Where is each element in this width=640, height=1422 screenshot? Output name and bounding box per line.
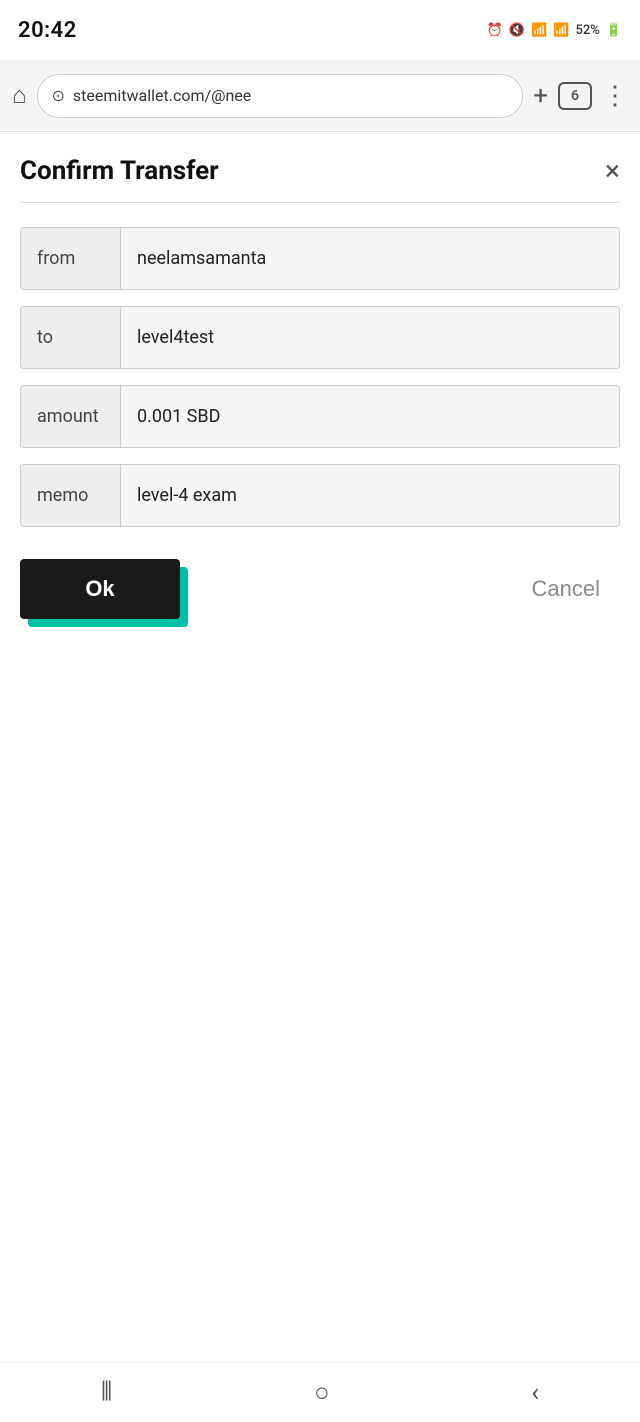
cancel-button[interactable]: Cancel xyxy=(512,566,620,612)
from-value: neelamsamanta xyxy=(121,228,619,289)
mute-icon: 🔇 xyxy=(509,23,525,38)
to-label: to xyxy=(21,307,121,368)
amount-row: amount 0.001 SBD xyxy=(20,385,620,448)
browser-bar: ⌂ ⊙ steemitwallet.com/@nee + 6 ⋮ xyxy=(0,60,640,132)
status-icons: ⏰ 🔇 📶 📶 52% 🔋 xyxy=(487,23,622,38)
url-text: steemitwallet.com/@nee xyxy=(73,86,251,105)
alarm-icon: ⏰ xyxy=(487,23,503,38)
security-icon: ⊙ xyxy=(52,86,65,105)
home-icon[interactable]: ⌂ xyxy=(12,81,27,110)
button-row: Ok Cancel xyxy=(20,559,620,619)
confirm-transfer-dialog: Confirm Transfer × from neelamsamanta to… xyxy=(20,156,620,619)
status-bar: 20:42 ⏰ 🔇 📶 📶 52% 🔋 xyxy=(0,0,640,60)
dialog-header: Confirm Transfer × xyxy=(20,156,620,186)
nav-home-icon: ○ xyxy=(314,1377,330,1408)
wifi-icon: 📶 xyxy=(531,23,547,38)
battery-icon: 🔋 xyxy=(606,23,622,38)
browser-actions: + 6 ⋮ xyxy=(533,81,628,111)
tab-count[interactable]: 6 xyxy=(558,82,592,110)
nav-menu-button[interactable]: ⦀ xyxy=(101,1377,112,1408)
amount-label: amount xyxy=(21,386,121,447)
nav-home-button[interactable]: ○ xyxy=(314,1377,330,1408)
memo-row: memo level-4 exam xyxy=(20,464,620,527)
status-time: 20:42 xyxy=(18,18,77,43)
from-row: from neelamsamanta xyxy=(20,227,620,290)
ok-button-wrapper: Ok xyxy=(20,559,180,619)
menu-button[interactable]: ⋮ xyxy=(602,81,628,111)
page-content: Confirm Transfer × from neelamsamanta to… xyxy=(0,132,640,643)
bottom-nav-bar: ⦀ ○ ‹ xyxy=(0,1362,640,1422)
dialog-title: Confirm Transfer xyxy=(20,156,219,186)
nav-back-icon: ‹ xyxy=(531,1378,539,1408)
from-label: from xyxy=(21,228,121,289)
dialog-divider xyxy=(20,202,620,203)
close-button[interactable]: × xyxy=(605,157,620,185)
memo-label: memo xyxy=(21,465,121,526)
signal-icon: 📶 xyxy=(553,23,569,38)
address-bar[interactable]: ⊙ steemitwallet.com/@nee xyxy=(37,74,524,118)
nav-menu-icon: ⦀ xyxy=(101,1377,112,1408)
battery-level: 52% xyxy=(575,23,599,38)
to-value: level4test xyxy=(121,307,619,368)
nav-back-button[interactable]: ‹ xyxy=(531,1378,539,1408)
amount-value: 0.001 SBD xyxy=(121,386,619,447)
to-row: to level4test xyxy=(20,306,620,369)
ok-button[interactable]: Ok xyxy=(20,559,180,619)
memo-value: level-4 exam xyxy=(121,465,619,526)
new-tab-button[interactable]: + xyxy=(533,81,548,111)
